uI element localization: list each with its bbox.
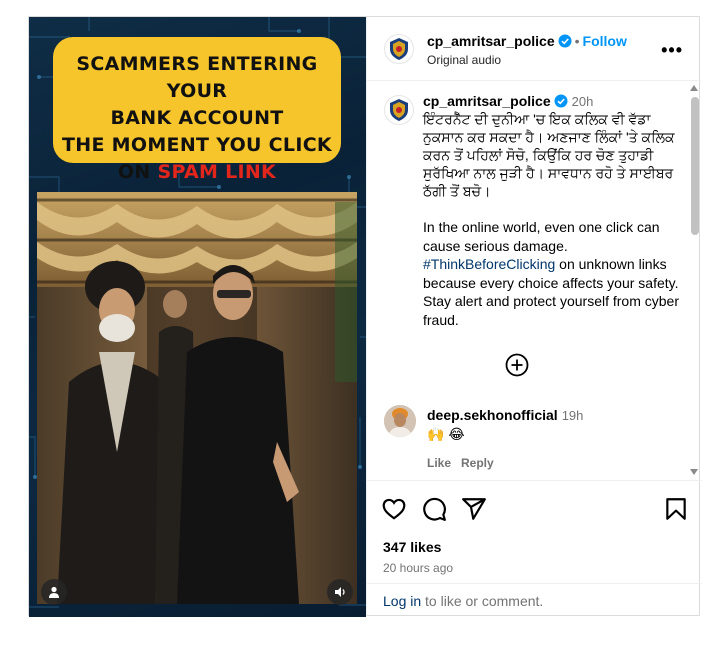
headline-line-4: ON SPAM LINK	[53, 159, 341, 186]
commenter-photo	[384, 405, 416, 437]
load-more-comments-icon[interactable]	[505, 353, 529, 377]
header-author-line: cp_amritsar_police • Follow	[427, 33, 627, 49]
post-actions: 347 likes 20 hours ago Log in to like or…	[367, 480, 702, 617]
headline-line-1: SCAMMERS ENTERING YOUR	[76, 53, 318, 102]
share-icon[interactable]	[461, 496, 487, 522]
police-badge-icon	[390, 38, 408, 60]
police-badge-icon	[390, 99, 408, 121]
login-suffix: to like or comment.	[421, 593, 544, 609]
post-media[interactable]: SCAMMERS ENTERING YOUR BANK ACCOUNT THE …	[29, 17, 366, 617]
comment-author-line: deep.sekhonofficial 19h	[427, 407, 667, 423]
caption-english-text: In the online world, even one click can …	[423, 218, 685, 329]
likes-count[interactable]: 347 likes	[383, 539, 441, 555]
bookmark-icon[interactable]	[663, 496, 689, 522]
user-icon	[49, 586, 59, 598]
commenter-avatar[interactable]	[384, 405, 416, 437]
author-username[interactable]: cp_amritsar_police	[427, 33, 555, 49]
verified-badge-icon	[558, 34, 572, 48]
follow-button[interactable]: Follow	[583, 33, 627, 49]
post-timestamp[interactable]: 20 hours ago	[383, 561, 453, 575]
media-headline: SCAMMERS ENTERING YOUR BANK ACCOUNT THE …	[53, 37, 341, 183]
tagged-users-button[interactable]	[41, 579, 67, 605]
scene-illustration	[37, 192, 357, 604]
login-prompt-text: Log in to like or comment.	[383, 593, 543, 609]
more-options-button[interactable]: •••	[661, 40, 683, 61]
caption-author[interactable]: cp_amritsar_police	[423, 93, 551, 109]
audio-toggle-button[interactable]	[327, 579, 353, 605]
caption-author-line: cp_amritsar_police 20h	[423, 93, 685, 109]
headline-line-3: THE MOMENT YOU CLICK	[62, 134, 332, 156]
scroll-down-arrow-icon[interactable]	[690, 469, 698, 475]
headline-line-2: BANK ACCOUNT	[110, 107, 284, 129]
login-link[interactable]: Log in	[383, 593, 421, 609]
headline-line-4-prefix: ON	[117, 161, 158, 183]
post-modal: SCAMMERS ENTERING YOUR BANK ACCOUNT THE …	[28, 16, 702, 617]
comment-text: 🙌 😂	[427, 426, 465, 442]
post-details-panel: cp_amritsar_police • Follow Original audio…	[366, 17, 702, 617]
caption-english-before: In the online world, even one click can …	[423, 219, 660, 254]
caption-time[interactable]: 20h	[572, 94, 594, 109]
comment-time[interactable]: 19h	[562, 408, 584, 423]
comment-like-button[interactable]: Like	[427, 456, 451, 470]
login-prompt: Log in to like or comment.	[367, 583, 702, 617]
video-still	[37, 192, 357, 604]
hashtag-link[interactable]: #ThinkBeforeClicking	[423, 256, 555, 272]
sound-icon	[334, 587, 345, 597]
comment-author[interactable]: deep.sekhonofficial	[427, 407, 558, 423]
comment-icon[interactable]	[421, 496, 447, 522]
comment-body: deep.sekhonofficial 19h 🙌 😂 Like Reply	[427, 407, 667, 470]
caption-author-avatar[interactable]	[384, 95, 414, 125]
comment-reply-button[interactable]: Reply	[461, 456, 494, 470]
comments-scrollbar[interactable]	[689, 81, 701, 479]
comment-actions: Like Reply	[427, 456, 667, 470]
audio-label[interactable]: Original audio	[427, 53, 501, 67]
post-header: cp_amritsar_police • Follow Original audio…	[367, 17, 701, 81]
caption-punjabi-text: ਇੰਟਰਨੈੱਟ ਦੀ ਦੁਨੀਆ 'ਚ ਇਕ ਕਲਿਕ ਵੀ ਵੱਡਾ ਨੁਕ…	[423, 111, 675, 199]
separator-dot: •	[574, 33, 580, 49]
headline-highlight: SPAM LINK	[157, 161, 277, 183]
scroll-up-arrow-icon[interactable]	[690, 85, 698, 91]
comments-section: cp_amritsar_police 20h ਇੰਟਰਨੈੱਟ ਦੀ ਦੁਨੀਆ …	[367, 81, 702, 479]
author-avatar[interactable]	[384, 34, 414, 64]
heart-icon[interactable]	[381, 496, 407, 522]
scrollbar-thumb[interactable]	[691, 97, 699, 235]
caption-body: cp_amritsar_police 20h ਇੰਟਰਨੈੱਟ ਦੀ ਦੁਨੀਆ …	[423, 93, 685, 329]
verified-badge-icon	[554, 94, 568, 108]
